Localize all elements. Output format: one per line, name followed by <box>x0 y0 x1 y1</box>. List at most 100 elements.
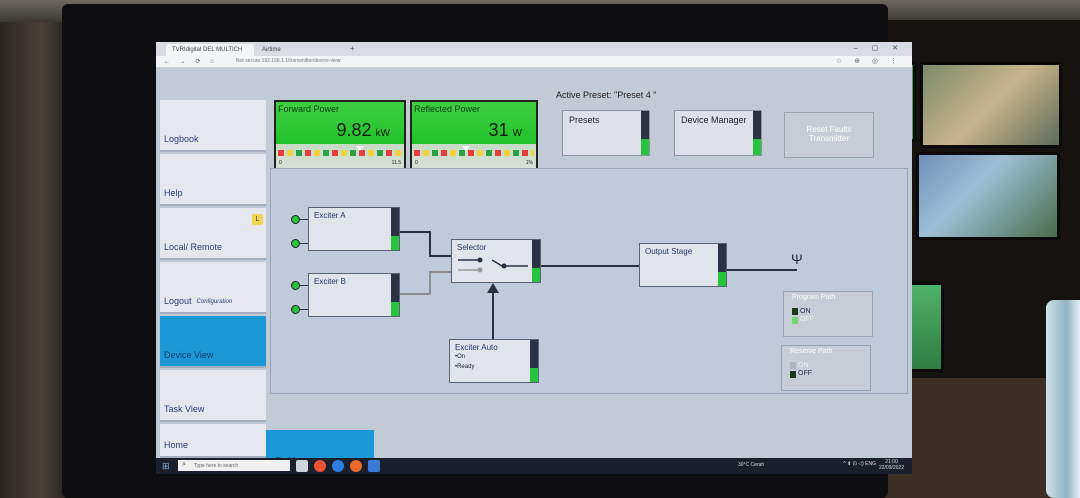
windows-taskbar: ⊞ Type here to search ⌕ 30°C Cerah ^ ⬆ ⊡… <box>156 458 912 474</box>
browser-extension-icons[interactable]: ☆ ⊕ ◎ ⋮ <box>836 57 902 65</box>
reflected-power-meter: Reflected Power 31 W 0 1% <box>410 100 538 174</box>
background-wall <box>0 0 70 498</box>
status-ok-indicator <box>391 236 399 250</box>
new-tab-button[interactable]: + <box>350 44 355 53</box>
signal-line <box>400 231 430 233</box>
signal-path-diagram: Exciter A Exciter B Selector Output Stag… <box>270 168 908 394</box>
forward-power-unit: kW <box>375 128 390 139</box>
forward-power-title: Forward Power <box>278 104 340 114</box>
presets-button[interactable]: Presets <box>562 110 650 156</box>
sidebar-item-sublabel: Configuration <box>196 299 233 305</box>
connector-line <box>300 219 308 220</box>
reserve-path-off-label: OFF <box>798 370 812 377</box>
selector-block[interactable]: Selector <box>451 239 541 283</box>
task-view-icon[interactable] <box>296 460 308 472</box>
forward-power-scale <box>278 150 402 156</box>
sidebar-item-logout[interactable]: Logout Configuration <box>160 262 266 314</box>
status-ok-indicator <box>641 139 649 155</box>
exciter-auto-label: Exciter Auto <box>455 343 498 352</box>
sidebar-item-label: Task View <box>164 404 205 414</box>
local-badge: L <box>252 214 263 225</box>
browser-tab[interactable]: TVRIdigital DEL MULTICH <box>166 44 254 56</box>
program-path-on-label: ON <box>800 308 811 315</box>
taskbar-clock[interactable]: 21:00 22/09/2022 <box>879 459 904 471</box>
connector-line <box>300 309 308 310</box>
forward-power-value: 9.82 kW <box>336 120 391 140</box>
switch-icon <box>458 257 528 273</box>
active-preset-label: Active Preset: "Preset 4 " <box>556 90 657 100</box>
app-icon[interactable] <box>314 460 326 472</box>
sidebar-item-label: Logbook <box>164 134 199 144</box>
exciter-auto-block[interactable]: Exciter Auto •On •Ready <box>449 339 539 383</box>
output-stage-label: Output Stage <box>645 247 693 256</box>
exciter-a-led <box>291 215 300 224</box>
background-tv-screen <box>916 152 1060 240</box>
sidebar-item-device-view[interactable]: Device View <box>160 316 266 368</box>
status-ok-indicator <box>530 368 538 382</box>
exciter-auto-ready-status: •Ready <box>455 364 475 370</box>
clock-date: 22/09/2022 <box>878 465 904 471</box>
reflected-power-scale <box>414 150 534 156</box>
sidebar-item-logbook[interactable]: Logbook <box>160 100 266 152</box>
sidebar-item-task-view[interactable]: Task View <box>160 370 266 422</box>
reflected-power-unit: W <box>512 128 522 139</box>
connector-line <box>300 285 308 286</box>
reflected-power-title: Reflected Power <box>414 104 481 114</box>
system-tray[interactable]: ^ ⬆ ⊡ ◁) ENG <box>843 461 876 467</box>
sidebar-item-local-remote[interactable]: Local/ Remote L <box>160 208 266 260</box>
device-manager-button[interactable]: Device Manager <box>674 110 762 156</box>
reflected-power-value: 31 W <box>488 120 522 140</box>
signal-line <box>429 231 431 257</box>
device-manager-label: Device Manager <box>681 115 747 125</box>
browser-tab[interactable]: Airtime <box>256 44 344 56</box>
reserve-path-off-indicator <box>790 371 796 378</box>
reflected-power-max: 1% <box>525 160 533 166</box>
edge-icon[interactable] <box>332 460 344 472</box>
sidebar-item-help[interactable]: Help <box>160 154 266 206</box>
browser-nav-icons[interactable]: ← → ⟳ ⌂ <box>164 58 218 65</box>
exciter-b-block[interactable]: Exciter B <box>308 273 400 317</box>
reset-faults-button[interactable]: Reset Faults Transmitter <box>784 112 874 158</box>
sidebar-item-label: Local/ Remote <box>164 242 223 252</box>
firefox-icon[interactable] <box>350 460 362 472</box>
signal-line <box>541 265 639 267</box>
status-ok-indicator <box>391 302 399 316</box>
reserve-path-panel[interactable]: Reserve Path ON OFF <box>781 345 871 391</box>
exciter-a-block[interactable]: Exciter A <box>308 207 400 251</box>
reserve-path-title: Reserve Path <box>790 348 833 355</box>
url-input[interactable]: Not secure 192.168.1.1/transmitter/devic… <box>236 58 756 66</box>
signal-line <box>727 269 797 271</box>
signal-line-inactive <box>429 271 431 295</box>
weather-widget[interactable]: 30°C Cerah <box>738 462 764 468</box>
sidebar-item-home[interactable]: Home <box>160 424 266 458</box>
exciter-a-label: Exciter A <box>314 211 346 220</box>
window-controls[interactable]: – ▢ ✕ <box>854 44 904 52</box>
exciter-b-label: Exciter B <box>314 277 347 286</box>
program-path-off-label: OFF <box>800 316 814 323</box>
windows-start-icon[interactable]: ⊞ <box>162 461 170 472</box>
exciter-b-led <box>291 281 300 290</box>
signal-line <box>429 255 451 257</box>
status-ok-indicator <box>753 139 761 155</box>
forward-power-pointer <box>356 146 364 151</box>
taskbar-search-input[interactable]: Type here to search <box>178 460 290 471</box>
background-bottle <box>1046 300 1080 498</box>
active-app-icon[interactable] <box>368 460 380 472</box>
transmitter-app: Active Preset: "Preset 4 " Logbook Help … <box>156 68 912 474</box>
exciter-b-led <box>291 305 300 314</box>
program-path-panel[interactable]: Program Path ON OFF <box>783 291 873 337</box>
status-ok-indicator <box>718 272 726 286</box>
sidebar-item-label: Help <box>164 188 183 198</box>
reflected-power-pointer <box>462 146 470 151</box>
forward-power-meter: Forward Power 9.82 kW 0 11.5 <box>274 100 406 174</box>
output-stage-block[interactable]: Output Stage <box>639 243 727 287</box>
presets-label: Presets <box>569 115 600 125</box>
antenna-icon: Ψ <box>791 251 803 267</box>
reserve-path-on-indicator <box>790 362 796 369</box>
program-path-title: Program Path <box>792 294 836 301</box>
reserve-path-on-label: ON <box>798 362 809 369</box>
browser-tab-bar: TVRIdigital DEL MULTICH Airtime + – ▢ ✕ <box>156 42 912 56</box>
exciter-auto-on-status: •On <box>455 354 466 360</box>
program-path-on-indicator <box>792 308 798 315</box>
exciter-a-led <box>291 239 300 248</box>
